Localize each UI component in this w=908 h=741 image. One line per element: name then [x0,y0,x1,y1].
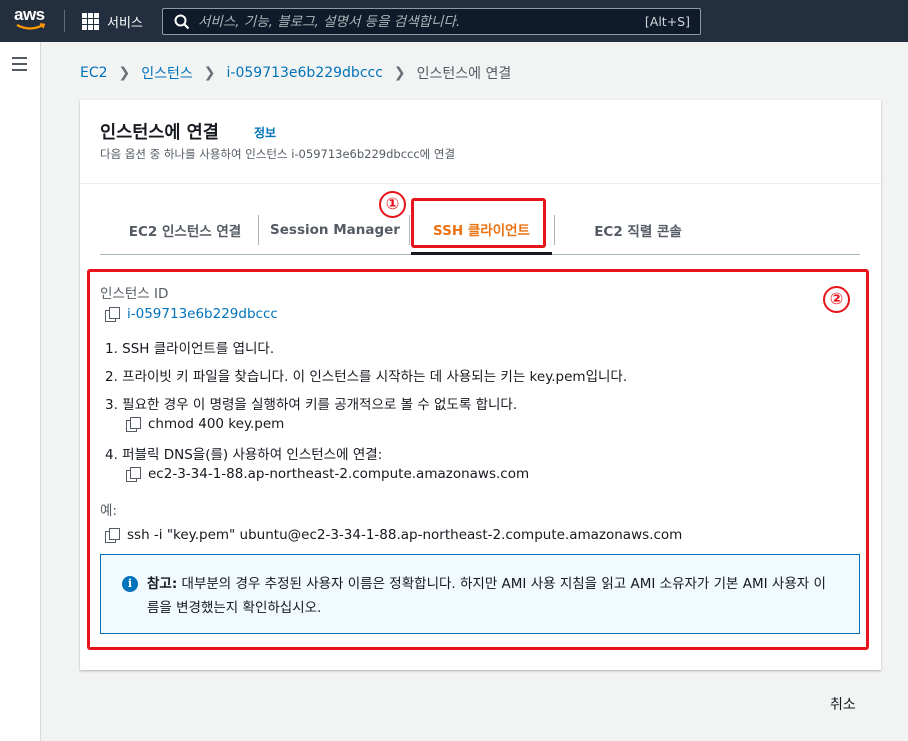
menu-icon[interactable] [12,57,27,75]
breadcrumb-instances[interactable]: 인스턴스 [141,63,193,83]
global-search[interactable]: [Alt+S] [162,8,701,35]
aws-logo-text: aws [14,5,45,24]
page-title: 인스턴스에 연결 [100,123,219,143]
aws-smile-icon [16,23,46,30]
tab-ec2-serial-console[interactable]: EC2 직렬 콘솔 [558,205,718,254]
search-input[interactable] [198,11,638,32]
search-icon [174,14,190,30]
info-link[interactable]: 정보 [254,124,276,141]
cancel-button[interactable]: 취소 [830,694,856,714]
search-shortcut-hint: [Alt+S] [644,14,690,29]
panel-header: 인스턴스에 연결 정보 다음 옵션 중 하나를 사용하여 인스턴스 i-0597… [80,100,881,184]
chevron-right-icon: ❯ [393,65,406,81]
annotation-box-ssh-content [87,269,869,650]
tab-divider [409,215,410,245]
annotation-box-ssh-tab [411,198,546,248]
chevron-right-icon: ❯ [118,65,131,81]
tab-divider [554,215,555,245]
breadcrumb-instance-id[interactable]: i-059713e6b229dbccc [227,65,383,81]
top-navigation: aws 서비스 [Alt+S] [0,0,908,42]
tab-divider [258,215,259,245]
services-label: 서비스 [107,16,143,31]
tab-ec2-instance-connect[interactable]: EC2 인스턴스 연결 [110,205,260,254]
breadcrumb-current: 인스턴스에 연결 [416,66,512,82]
chevron-right-icon: ❯ [203,65,216,81]
services-menu-button[interactable]: 서비스 [82,12,143,31]
page-subtitle: 다음 옵션 중 하나를 사용하여 인스턴스 i-059713e6b229dbcc… [100,147,456,161]
side-rail [0,42,41,741]
breadcrumb-ec2[interactable]: EC2 [80,65,108,81]
breadcrumb: EC2 ❯ 인스턴스 ❯ i-059713e6b229dbccc ❯ 인스턴스에… [80,63,511,83]
nav-divider [64,10,65,32]
annotation-marker-1: ① [379,191,406,218]
annotation-marker-2: ② [823,286,850,313]
aws-logo[interactable]: aws [14,6,54,36]
services-grid-icon [82,13,99,30]
